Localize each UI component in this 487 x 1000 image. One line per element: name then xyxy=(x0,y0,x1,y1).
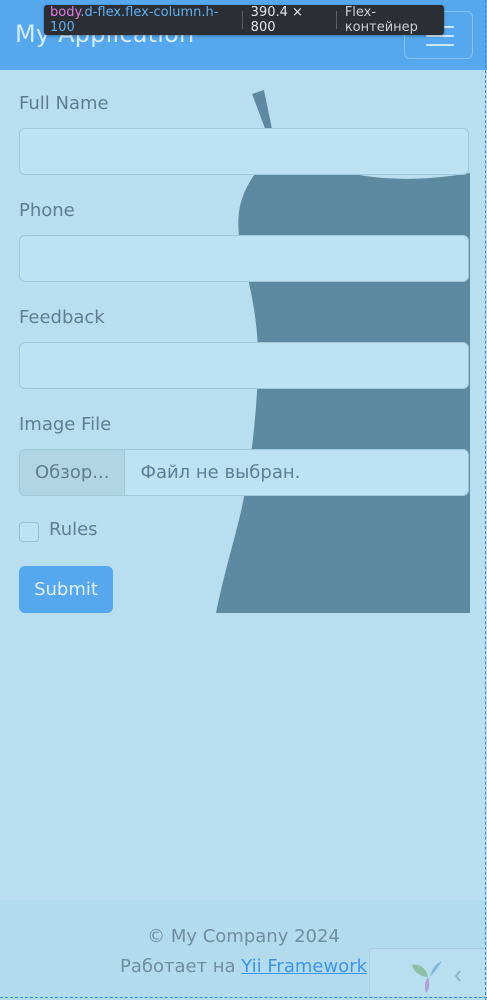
page: My Application Full Name Phone Feedback … xyxy=(0,0,487,1000)
image-file-input[interactable]: Обзор... Файл не выбран. xyxy=(19,449,469,496)
devtools-selector: body.d-flex.flex-column.h-100 xyxy=(44,5,234,35)
browse-button[interactable]: Обзор... xyxy=(20,450,126,495)
highlight-outline-bottom xyxy=(0,997,487,998)
feedback-label: Feedback xyxy=(19,307,105,328)
full-name-input[interactable] xyxy=(19,128,469,175)
phone-label: Phone xyxy=(19,200,75,221)
full-name-label: Full Name xyxy=(19,93,109,114)
chevron-left-icon[interactable] xyxy=(453,969,463,983)
yii-framework-link[interactable]: Yii Framework xyxy=(241,956,367,977)
devtools-size: 390.4 × 800 xyxy=(250,5,303,35)
feedback-input[interactable] xyxy=(19,342,469,389)
devtools-element-tooltip: body.d-flex.flex-column.h-100 390.4 × 80… xyxy=(44,5,444,35)
rules-label[interactable]: Rules xyxy=(49,519,98,540)
highlight-outline-right xyxy=(485,0,486,1000)
submit-button[interactable]: Submit xyxy=(19,566,113,613)
divider xyxy=(335,11,337,29)
phone-input[interactable] xyxy=(19,235,469,282)
rules-checkbox[interactable] xyxy=(19,522,39,542)
devtools-type: Flex-контейнер xyxy=(344,5,418,35)
divider xyxy=(241,11,243,29)
yii-logo-icon xyxy=(412,961,442,993)
copyright-text: © My Company 2024 xyxy=(147,926,340,947)
image-file-label: Image File xyxy=(19,414,112,435)
hamburger-menu-icon-bar xyxy=(426,44,454,46)
file-name-text: Файл не выбран. xyxy=(140,462,301,483)
devtools-tag: body xyxy=(50,5,81,20)
powered-by-prefix: Работает на xyxy=(119,956,242,977)
yii-debug-toolbar[interactable] xyxy=(369,948,487,998)
hamburger-menu-icon-bar xyxy=(426,35,454,37)
